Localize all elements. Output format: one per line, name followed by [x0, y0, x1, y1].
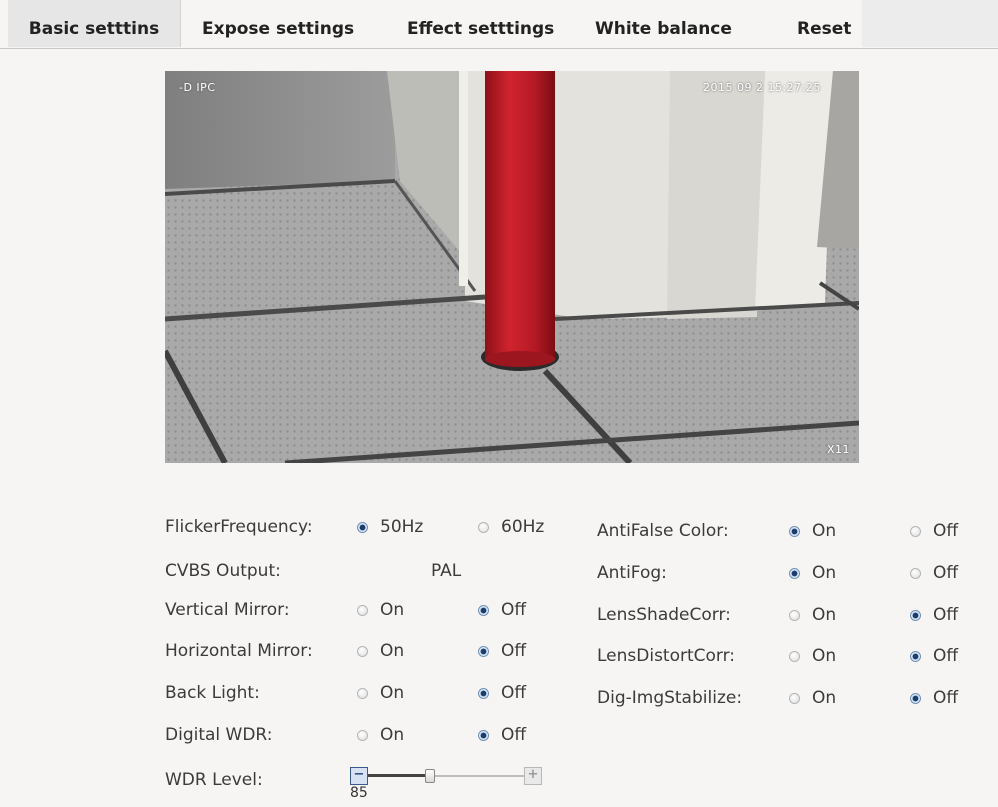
anti-fog-off-option[interactable]: Off	[910, 563, 958, 583]
option-label: On	[812, 688, 837, 708]
settings-tab-bar: Basic setttins Expose settings Effect se…	[0, 0, 998, 49]
radio-unselected-icon[interactable]	[910, 525, 921, 537]
radio-unselected-icon[interactable]	[910, 567, 921, 579]
radio-unselected-icon[interactable]	[789, 609, 800, 621]
option-label: On	[812, 605, 837, 625]
tab-basic-settings[interactable]: Basic setttins	[8, 0, 181, 47]
dig-img-stabilize-label: Dig-ImgStabilize:	[597, 688, 743, 708]
option-label: On	[380, 641, 405, 661]
digital-wdr-on-option[interactable]: On	[357, 725, 404, 745]
anti-fog-on-option[interactable]: On	[789, 563, 836, 583]
radio-selected-icon[interactable]	[478, 687, 489, 699]
option-label: On	[812, 563, 837, 583]
option-label: Off	[501, 641, 527, 661]
decrease-button[interactable]: −	[350, 767, 368, 785]
flicker-50hz-option[interactable]: 50Hz	[357, 517, 423, 537]
option-label: Off	[933, 646, 959, 666]
anti-false-color-label: AntiFalse Color:	[597, 521, 729, 541]
radio-selected-icon[interactable]	[789, 525, 800, 537]
anti-false-color-on-option[interactable]: On	[789, 521, 836, 541]
option-label: Off	[501, 725, 527, 745]
radio-selected-icon[interactable]	[478, 604, 489, 616]
horizontal-mirror-on-option[interactable]: On	[357, 641, 404, 661]
radio-unselected-icon[interactable]	[357, 687, 368, 699]
osd-zoom: X11	[827, 443, 851, 456]
radio-unselected-icon[interactable]	[357, 729, 368, 741]
option-label: Off	[933, 521, 959, 541]
option-label: Off	[933, 563, 959, 583]
horizontal-mirror-off-option[interactable]: Off	[478, 641, 526, 661]
osd-timestamp: 2015 09 2 15:27:25	[703, 81, 821, 94]
radio-unselected-icon[interactable]	[357, 645, 368, 657]
lens-shade-corr-off-option[interactable]: Off	[910, 605, 958, 625]
option-label: 60Hz	[501, 517, 545, 537]
slider-thumb[interactable]	[425, 769, 436, 783]
wdr-level-label: WDR Level:	[165, 770, 263, 790]
cvbs-output-value: PAL	[431, 561, 462, 581]
back-light-on-option[interactable]: On	[357, 683, 404, 703]
increase-button[interactable]: +	[524, 767, 542, 785]
option-label: On	[812, 521, 837, 541]
flicker-frequency-label: FlickerFrequency:	[165, 517, 313, 537]
option-label: On	[812, 646, 837, 666]
radio-selected-icon[interactable]	[910, 692, 921, 704]
lens-shade-corr-label: LensShadeCorr:	[597, 605, 731, 625]
lens-distort-corr-off-option[interactable]: Off	[910, 646, 958, 666]
tab-effect-settings[interactable]: Effect setttings	[407, 0, 554, 47]
camera-preview: -D IPC 2015 09 2 15:27:25 X11	[165, 71, 859, 463]
lens-shade-corr-on-option[interactable]: On	[789, 605, 836, 625]
cvbs-output-label: CVBS Output:	[165, 561, 281, 581]
dig-img-stabilize-off-option[interactable]: Off	[910, 688, 958, 708]
digital-wdr-off-option[interactable]: Off	[478, 725, 526, 745]
flicker-60hz-option[interactable]: 60Hz	[478, 517, 544, 537]
osd-camera-name: -D IPC	[179, 81, 216, 94]
back-light-off-option[interactable]: Off	[478, 683, 526, 703]
lens-distort-corr-on-option[interactable]: On	[789, 646, 836, 666]
lens-distort-corr-label: LensDistortCorr:	[597, 646, 736, 666]
tab-bar-filler	[862, 0, 998, 47]
tab-white-balance[interactable]: White balance	[595, 0, 732, 47]
radio-unselected-icon[interactable]	[789, 650, 800, 662]
option-label: Off	[933, 605, 959, 625]
tab-expose-settings[interactable]: Expose settings	[202, 0, 354, 47]
radio-selected-icon[interactable]	[910, 609, 921, 621]
option-label: Off	[501, 600, 527, 620]
radio-selected-icon[interactable]	[478, 729, 489, 741]
option-label: On	[380, 600, 405, 620]
radio-unselected-icon[interactable]	[478, 521, 489, 533]
radio-unselected-icon[interactable]	[789, 692, 800, 704]
option-label: 50Hz	[380, 517, 424, 537]
dig-img-stabilize-on-option[interactable]: On	[789, 688, 836, 708]
back-light-label: Back Light:	[165, 683, 260, 703]
option-label: Off	[933, 688, 959, 708]
vertical-mirror-off-option[interactable]: Off	[478, 600, 526, 620]
tab-reset[interactable]: Reset	[797, 0, 851, 47]
slider-fill	[368, 774, 431, 777]
horizontal-mirror-label: Horizontal Mirror:	[165, 641, 313, 661]
digital-wdr-label: Digital WDR:	[165, 725, 273, 745]
wdr-level-slider[interactable]: − + 85	[350, 767, 546, 801]
option-label: On	[380, 725, 405, 745]
vertical-mirror-label: Vertical Mirror:	[165, 600, 290, 620]
radio-selected-icon[interactable]	[910, 650, 921, 662]
radio-selected-icon[interactable]	[478, 645, 489, 657]
camera-scene-image	[165, 71, 859, 463]
vertical-mirror-on-option[interactable]: On	[357, 600, 404, 620]
radio-selected-icon[interactable]	[357, 521, 368, 533]
option-label: On	[380, 683, 405, 703]
radio-unselected-icon[interactable]	[357, 604, 368, 616]
radio-selected-icon[interactable]	[789, 567, 800, 579]
option-label: Off	[501, 683, 527, 703]
wdr-level-value: 85	[350, 785, 368, 801]
anti-false-color-off-option[interactable]: Off	[910, 521, 958, 541]
anti-fog-label: AntiFog:	[597, 563, 667, 583]
